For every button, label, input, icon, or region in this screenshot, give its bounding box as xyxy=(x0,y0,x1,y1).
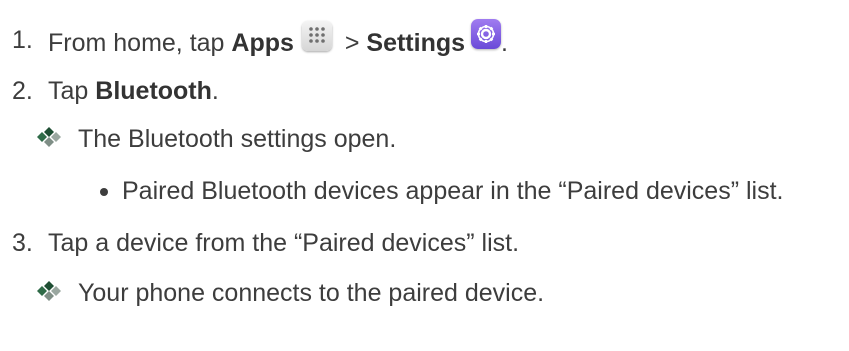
step-2-number: 2. xyxy=(12,77,33,105)
bullet-text: Paired Bluetooth devices appear in the “… xyxy=(122,177,784,205)
settings-label: Settings xyxy=(366,29,466,57)
bluetooth-label: Bluetooth xyxy=(95,77,212,105)
bullet-dot xyxy=(100,188,108,196)
step-2-suffix: . xyxy=(211,77,219,105)
result-1-text: The Bluetooth settings open. xyxy=(78,125,397,153)
step-2-text: Tap Bluetooth. xyxy=(48,76,219,106)
four-diamond-icon xyxy=(37,127,61,147)
settings-gear-icon xyxy=(471,19,502,49)
step-3-number: 3. xyxy=(12,229,33,257)
step-1-separator: > xyxy=(337,29,367,57)
step-1-suffix: . xyxy=(501,29,508,57)
step-1-number: 1. xyxy=(12,26,33,54)
apps-label: Apps xyxy=(231,29,294,57)
step-3-text: Tap a device from the “Paired devices” l… xyxy=(48,229,520,257)
step-1-prefix: From home, tap xyxy=(48,29,232,57)
step-2-prefix: Tap xyxy=(48,77,96,105)
step-1-text: From home, tap Apps > Settings . xyxy=(48,19,508,58)
apps-grid-icon xyxy=(301,21,332,51)
result-2-text: Your phone connects to the paired device… xyxy=(78,279,545,307)
four-diamond-icon xyxy=(37,281,61,301)
